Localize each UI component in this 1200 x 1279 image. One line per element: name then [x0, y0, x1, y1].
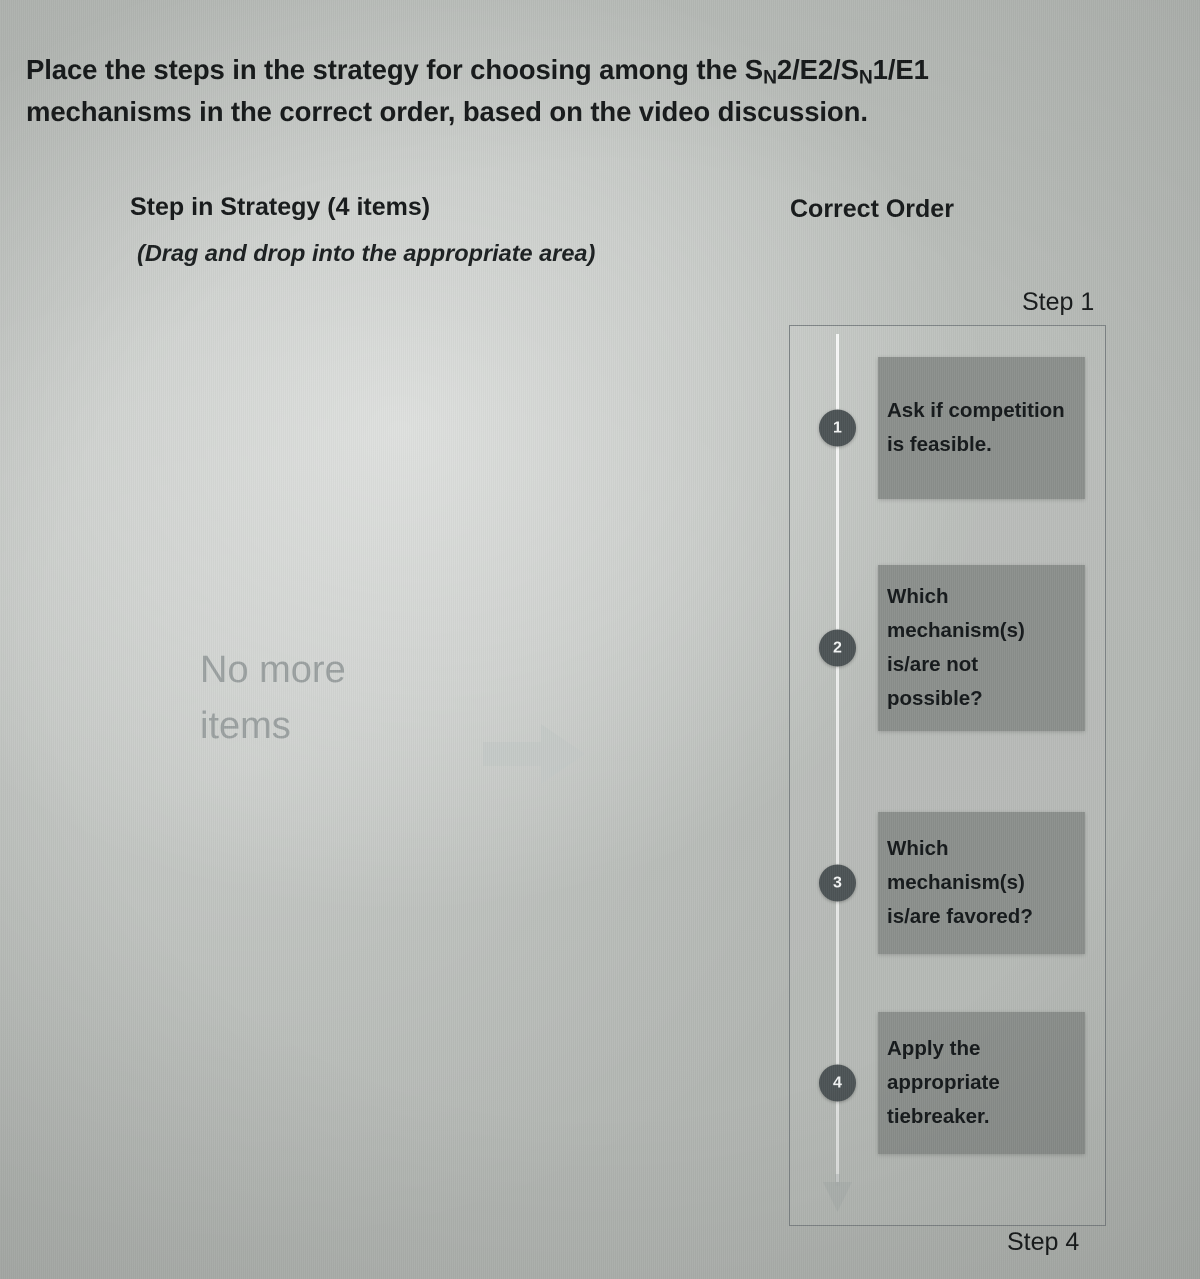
subscript-n-1: N — [763, 67, 777, 89]
left-column-heading: Step in Strategy (4 items) — [130, 193, 431, 221]
prompt-line-2: mechanisms in the correct order, based o… — [26, 95, 868, 127]
quiz-page: Place the steps in the strategy for choo… — [0, 0, 1200, 1279]
arrow-down-icon — [823, 1174, 852, 1212]
correct-order-drop-zone[interactable]: 1 Ask if competition is feasible. 2 Whic… — [789, 325, 1106, 1226]
slot-number-badge: 3 — [819, 864, 856, 902]
step-card-text: Which mechanism(s) is/are not possible? — [887, 584, 1025, 711]
subscript-n-2: N — [858, 67, 873, 89]
right-column-heading: Correct Order — [790, 195, 954, 223]
order-slot-1[interactable]: 1 Ask if competition is feasible. — [790, 338, 1105, 518]
left-column-subheading: (Drag and drop into the appropriate area… — [137, 240, 596, 266]
prompt-line-1: Place the steps in the strategy for choo… — [26, 54, 929, 89]
step-card-text: Ask if competition is feasible. — [887, 398, 1065, 456]
step-card-4[interactable]: Apply the appropriate tiebreaker. — [878, 1012, 1085, 1154]
slot-number-badge: 4 — [819, 1064, 856, 1102]
source-bank-empty-message: No more items — [200, 649, 346, 748]
step-last-label: Step 4 — [1007, 1228, 1080, 1256]
step-card-text: Apply the appropriate tiebreaker. — [887, 1036, 1000, 1128]
step-card-text: Which mechanism(s) is/are favored? — [887, 836, 1033, 928]
arrow-right-icon — [483, 724, 585, 784]
question-prompt: Place the steps in the strategy for choo… — [26, 50, 1086, 131]
order-slot-4[interactable]: 4 Apply the appropriate tiebreaker. — [790, 993, 1105, 1173]
step-card-2[interactable]: Which mechanism(s) is/are not possible? — [878, 565, 1085, 731]
order-slot-3[interactable]: 3 Which mechanism(s) is/are favored? — [790, 793, 1105, 973]
step-card-3[interactable]: Which mechanism(s) is/are favored? — [878, 812, 1085, 954]
order-slot-2[interactable]: 2 Which mechanism(s) is/are not possible… — [790, 558, 1105, 738]
step-first-label: Step 1 — [1022, 288, 1095, 316]
slot-number-badge: 2 — [819, 629, 856, 667]
slot-number-badge: 1 — [819, 409, 856, 447]
step-card-1[interactable]: Ask if competition is feasible. — [878, 357, 1085, 499]
